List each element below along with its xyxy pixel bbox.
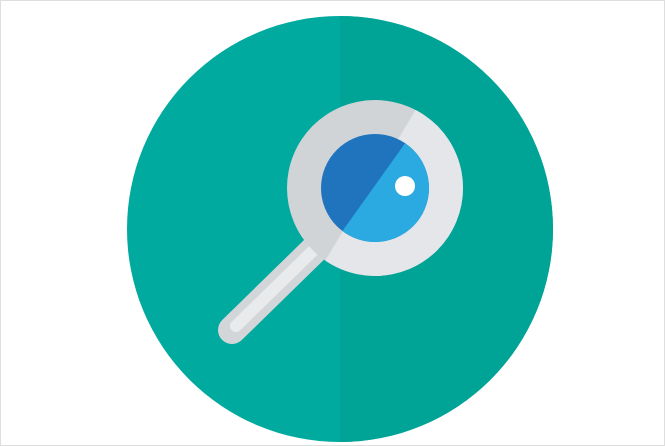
search-illustration [127,16,553,442]
lens-glint [395,176,415,196]
image-canvas [0,0,665,446]
